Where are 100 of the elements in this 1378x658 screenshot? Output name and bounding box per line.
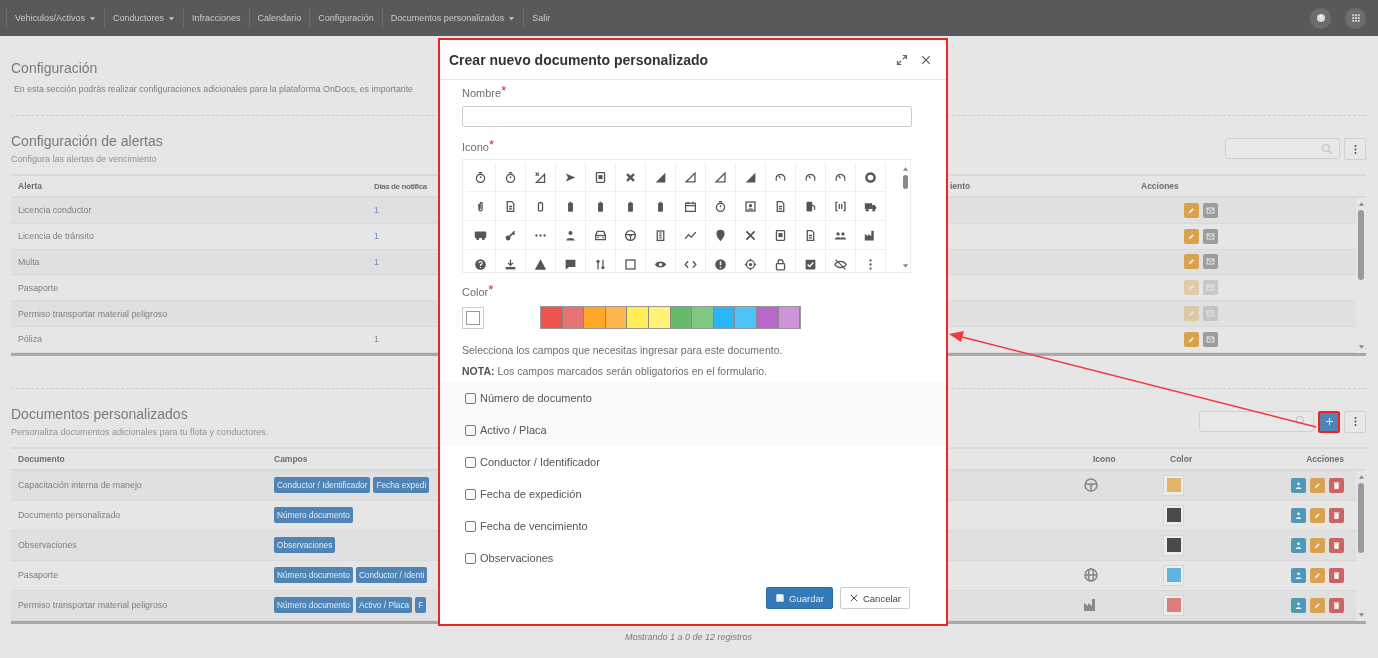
assign-button[interactable] <box>1291 567 1306 583</box>
search-field[interactable] <box>1225 138 1340 159</box>
save-button[interactable]: Guardar <box>766 587 833 609</box>
swap-icon[interactable] <box>594 257 607 271</box>
document-icon[interactable] <box>804 228 817 242</box>
nav-link[interactable]: Conductores <box>104 8 184 28</box>
pencil-icon <box>1313 540 1322 550</box>
download-icon[interactable] <box>504 257 517 271</box>
building-icon[interactable] <box>654 228 667 242</box>
scroll-down-icon[interactable] <box>1357 611 1365 618</box>
caret-icon <box>168 14 176 22</box>
apps-button[interactable] <box>1345 7 1366 29</box>
sim-card-icon[interactable] <box>774 228 787 242</box>
document-icon[interactable] <box>774 199 787 213</box>
signal-outline-icon[interactable] <box>684 170 697 184</box>
email-button[interactable] <box>1203 331 1218 347</box>
scroll-up-icon[interactable] <box>901 166 909 172</box>
delete-button[interactable] <box>1329 567 1344 583</box>
brackets-icon[interactable] <box>834 199 847 213</box>
email-button[interactable] <box>1203 228 1218 244</box>
color-option[interactable] <box>605 307 628 328</box>
delete-button[interactable] <box>1329 537 1344 553</box>
assign-button[interactable] <box>1291 537 1306 553</box>
person-icon <box>1294 600 1303 610</box>
color-option[interactable] <box>670 307 693 328</box>
bus-icon[interactable] <box>474 228 487 242</box>
color-option[interactable] <box>562 307 585 328</box>
chat-icon[interactable] <box>564 257 577 271</box>
nav-link[interactable]: Salir <box>523 8 559 28</box>
stopwatch-icon[interactable] <box>714 199 727 213</box>
steering-wheel-icon[interactable] <box>624 228 637 242</box>
warning-icon[interactable] <box>534 257 547 271</box>
color-option[interactable] <box>692 307 714 328</box>
color-option[interactable] <box>541 307 563 328</box>
pin-icon[interactable] <box>714 228 727 242</box>
checkbox-icon[interactable] <box>804 257 817 271</box>
table-cell: 1 <box>374 334 379 345</box>
color-preview[interactable] <box>462 306 484 329</box>
ring-icon[interactable] <box>864 170 877 184</box>
exclamation-icon[interactable] <box>714 257 727 271</box>
checkbox[interactable] <box>465 488 476 500</box>
caret-icon <box>89 14 97 22</box>
photo-icon[interactable] <box>744 199 757 213</box>
mail-icon <box>1206 283 1215 293</box>
square-icon[interactable] <box>624 257 637 271</box>
search-field[interactable] <box>1199 410 1314 432</box>
color-option[interactable] <box>584 307 606 328</box>
car-icon[interactable] <box>594 228 607 242</box>
nav-link[interactable]: Infracciones <box>183 8 249 28</box>
color-option[interactable] <box>648 307 671 328</box>
color-option[interactable] <box>778 307 801 328</box>
target-icon[interactable] <box>744 257 757 271</box>
name-input[interactable] <box>462 106 912 127</box>
scroll-up-icon[interactable] <box>1357 201 1365 207</box>
signal-off-icon[interactable] <box>534 170 547 184</box>
question-icon[interactable] <box>474 257 487 271</box>
scrollbar-thumb[interactable] <box>902 175 908 189</box>
timer-icon[interactable] <box>504 170 517 184</box>
delete-button[interactable] <box>1329 507 1344 523</box>
delete-button[interactable] <box>1329 477 1344 493</box>
checkbox[interactable] <box>465 392 476 404</box>
help-button[interactable] <box>1310 7 1331 29</box>
nav-link[interactable]: Vehiculos/Activos <box>6 8 105 28</box>
sim-card-icon[interactable] <box>594 170 607 184</box>
key-icon[interactable] <box>504 228 517 242</box>
timer-icon[interactable] <box>474 170 487 184</box>
checkbox[interactable] <box>465 456 476 468</box>
table-cell: 1 <box>374 257 379 267</box>
color-option[interactable] <box>627 307 649 328</box>
checkbox[interactable] <box>465 424 476 436</box>
person-icon[interactable] <box>564 228 577 242</box>
delete-button[interactable] <box>1329 597 1344 613</box>
nav-link[interactable]: Documentos personalizados <box>381 8 524 28</box>
add-button[interactable] <box>1318 410 1340 433</box>
scroll-up-icon[interactable] <box>1357 473 1365 480</box>
nav-link[interactable]: Configuración <box>309 8 382 28</box>
assign-button[interactable] <box>1291 477 1306 493</box>
field-tag: F <box>415 597 427 614</box>
fuel-pump-icon[interactable] <box>804 199 817 213</box>
assign-button[interactable] <box>1291 597 1306 613</box>
calendar-icon[interactable] <box>684 199 697 213</box>
scroll-down-icon[interactable] <box>1357 343 1365 350</box>
assign-button[interactable] <box>1291 507 1306 523</box>
eye-off-icon[interactable] <box>834 257 847 271</box>
signal-outline-icon[interactable] <box>714 170 727 184</box>
scrollbar-thumb[interactable] <box>1358 482 1364 553</box>
checkbox[interactable] <box>465 520 476 532</box>
document-icon[interactable] <box>504 199 517 213</box>
lock-icon[interactable] <box>774 257 787 271</box>
factory-icon[interactable] <box>864 228 877 242</box>
checkbox[interactable] <box>465 552 476 564</box>
checkbox-label: Conductor / Identificador <box>480 456 600 468</box>
color-option[interactable] <box>735 307 757 328</box>
scroll-down-icon[interactable] <box>901 263 909 269</box>
color-option[interactable] <box>756 307 779 328</box>
note-text: NOTA: Los campos marcados serán obligatorios en el formulario. <box>462 364 769 378</box>
color-option[interactable] <box>713 307 736 328</box>
scrollbar-thumb[interactable] <box>1358 210 1364 280</box>
cancel-button[interactable]: Cancelar <box>839 587 910 609</box>
nav-link[interactable]: Calendario <box>248 8 310 28</box>
